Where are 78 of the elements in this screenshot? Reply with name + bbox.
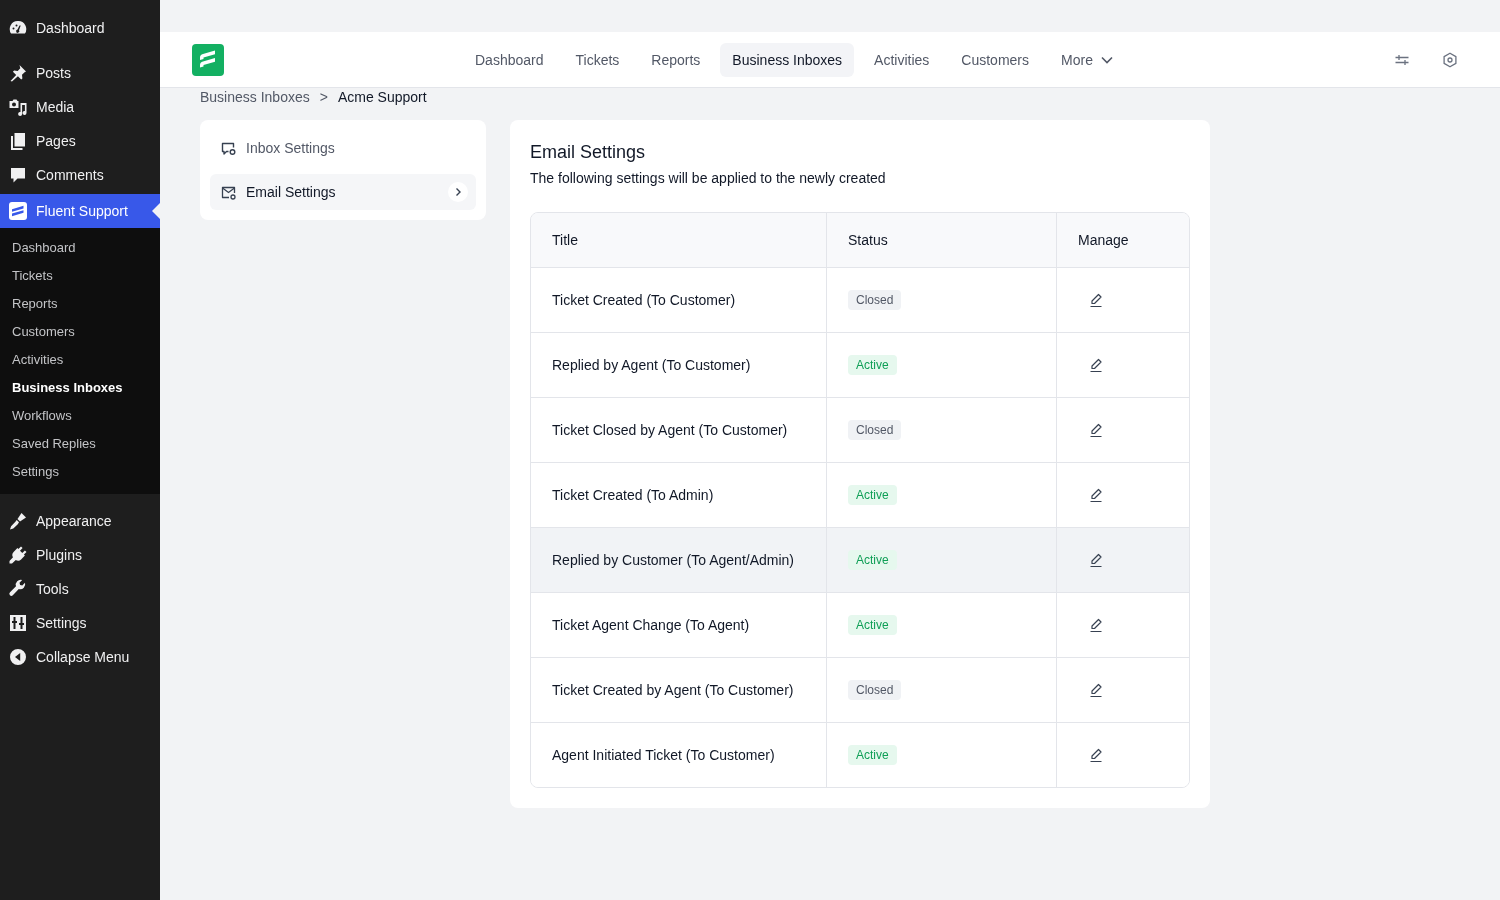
nav-tab[interactable]: Dashboard bbox=[463, 42, 556, 77]
submenu-item[interactable]: Activities bbox=[0, 346, 160, 374]
envelope-icon bbox=[220, 184, 236, 200]
status-badge: Active bbox=[848, 485, 897, 505]
pencil-icon bbox=[1088, 552, 1104, 568]
submenu-item[interactable]: Workflows bbox=[0, 402, 160, 430]
table-cell: Ticket Agent Change (To Agent) bbox=[531, 593, 827, 657]
logo-icon[interactable] bbox=[192, 43, 224, 76]
camera-note-icon bbox=[8, 97, 28, 117]
table-cell: Ticket Created by Agent (To Customer) bbox=[531, 658, 827, 722]
submenu-item[interactable]: Customers bbox=[0, 318, 160, 346]
table-cell: Ticket Created (To Customer) bbox=[531, 268, 827, 332]
pencil-icon bbox=[1088, 422, 1104, 438]
status-badge: Closed bbox=[848, 680, 902, 700]
submenu-item[interactable]: Dashboard bbox=[0, 234, 160, 262]
brush-icon bbox=[8, 511, 28, 531]
section-description: The following settings will be applied to the newly created bbox=[530, 169, 887, 188]
table-cell: Ticket Closed by Agent (To Customer) bbox=[531, 398, 827, 462]
submenu-item[interactable]: Saved Replies bbox=[0, 430, 160, 458]
menu-item[interactable]: Tools bbox=[0, 572, 160, 606]
nav-tab[interactable]: More bbox=[1049, 42, 1125, 77]
column-header: Manage bbox=[1077, 231, 1130, 250]
chevron-right-icon bbox=[448, 182, 468, 202]
status-badge: Closed bbox=[848, 420, 902, 440]
logo-icon bbox=[8, 201, 28, 221]
menu-item[interactable]: Pages bbox=[0, 124, 160, 158]
status-badge: Active bbox=[848, 615, 897, 635]
table-cell: Replied by Agent (To Customer) bbox=[531, 333, 827, 397]
menu-item[interactable]: Posts bbox=[0, 56, 160, 90]
pencil-icon bbox=[1088, 617, 1104, 633]
menu-item[interactable]: Appearance bbox=[0, 504, 160, 538]
table-cell: Ticket Created (To Admin) bbox=[531, 463, 827, 527]
triangle-icon bbox=[152, 203, 160, 219]
pages-icon bbox=[8, 131, 28, 151]
pencil-icon bbox=[1088, 682, 1104, 698]
menu-item[interactable]: Settings bbox=[0, 606, 160, 640]
breadcrumb-current: Acme Support bbox=[337, 88, 427, 106]
column-header: Title bbox=[531, 213, 827, 267]
submenu-item[interactable]: Settings bbox=[0, 458, 160, 486]
section-title: Email Settings bbox=[530, 141, 647, 164]
status-badge: Active bbox=[848, 550, 897, 570]
menu-item[interactable]: Media bbox=[0, 90, 160, 124]
submenu-item[interactable]: Tickets bbox=[0, 262, 160, 290]
chevron-down-icon bbox=[1100, 55, 1113, 64]
wrench-icon bbox=[8, 579, 28, 599]
sliders-icon bbox=[8, 613, 28, 633]
table-cell: Replied by Customer (To Agent/Admin) bbox=[531, 528, 827, 592]
status-badge: Active bbox=[848, 355, 897, 375]
pencil-icon bbox=[1088, 487, 1104, 503]
settings-menu-item[interactable]: Email Settings bbox=[210, 174, 476, 210]
nav-tab[interactable]: Activities bbox=[862, 42, 942, 77]
pencil-icon bbox=[1088, 292, 1104, 308]
nav-tab[interactable]: Business Inboxes bbox=[720, 42, 855, 77]
submenu-item[interactable]: Business Inboxes bbox=[0, 374, 160, 402]
pin-icon bbox=[8, 63, 28, 83]
menu-item[interactable]: Comments bbox=[0, 158, 160, 192]
status-badge: Active bbox=[848, 745, 897, 765]
nav-tab[interactable]: Reports bbox=[639, 42, 713, 77]
circle-arrow-left-icon bbox=[8, 647, 28, 667]
breadcrumb-link[interactable]: Business Inboxes bbox=[200, 88, 310, 106]
settings-icon[interactable] bbox=[1442, 51, 1458, 68]
status-badge: Closed bbox=[848, 290, 902, 310]
message-icon bbox=[220, 140, 236, 156]
pencil-icon bbox=[1088, 747, 1104, 763]
pencil-icon bbox=[1088, 357, 1104, 373]
nav-tab[interactable]: Customers bbox=[949, 42, 1041, 77]
menu-item[interactable]: Fluent Support bbox=[0, 194, 160, 228]
collapse-menu-button[interactable]: Collapse Menu bbox=[0, 640, 160, 674]
table-cell: Agent Initiated Ticket (To Customer) bbox=[531, 723, 827, 787]
submenu-item[interactable]: Reports bbox=[0, 290, 160, 318]
breadcrumb-separator: > bbox=[319, 88, 328, 106]
nav-tab[interactable]: Tickets bbox=[563, 42, 632, 77]
plug-icon bbox=[8, 545, 28, 565]
column-header: Status bbox=[827, 213, 1057, 267]
speech-bubble-icon bbox=[8, 165, 28, 185]
menu-item[interactable]: Dashboard bbox=[0, 11, 160, 45]
menu-item[interactable]: Plugins bbox=[0, 538, 160, 572]
settings-menu-item[interactable]: Inbox Settings bbox=[210, 130, 476, 166]
